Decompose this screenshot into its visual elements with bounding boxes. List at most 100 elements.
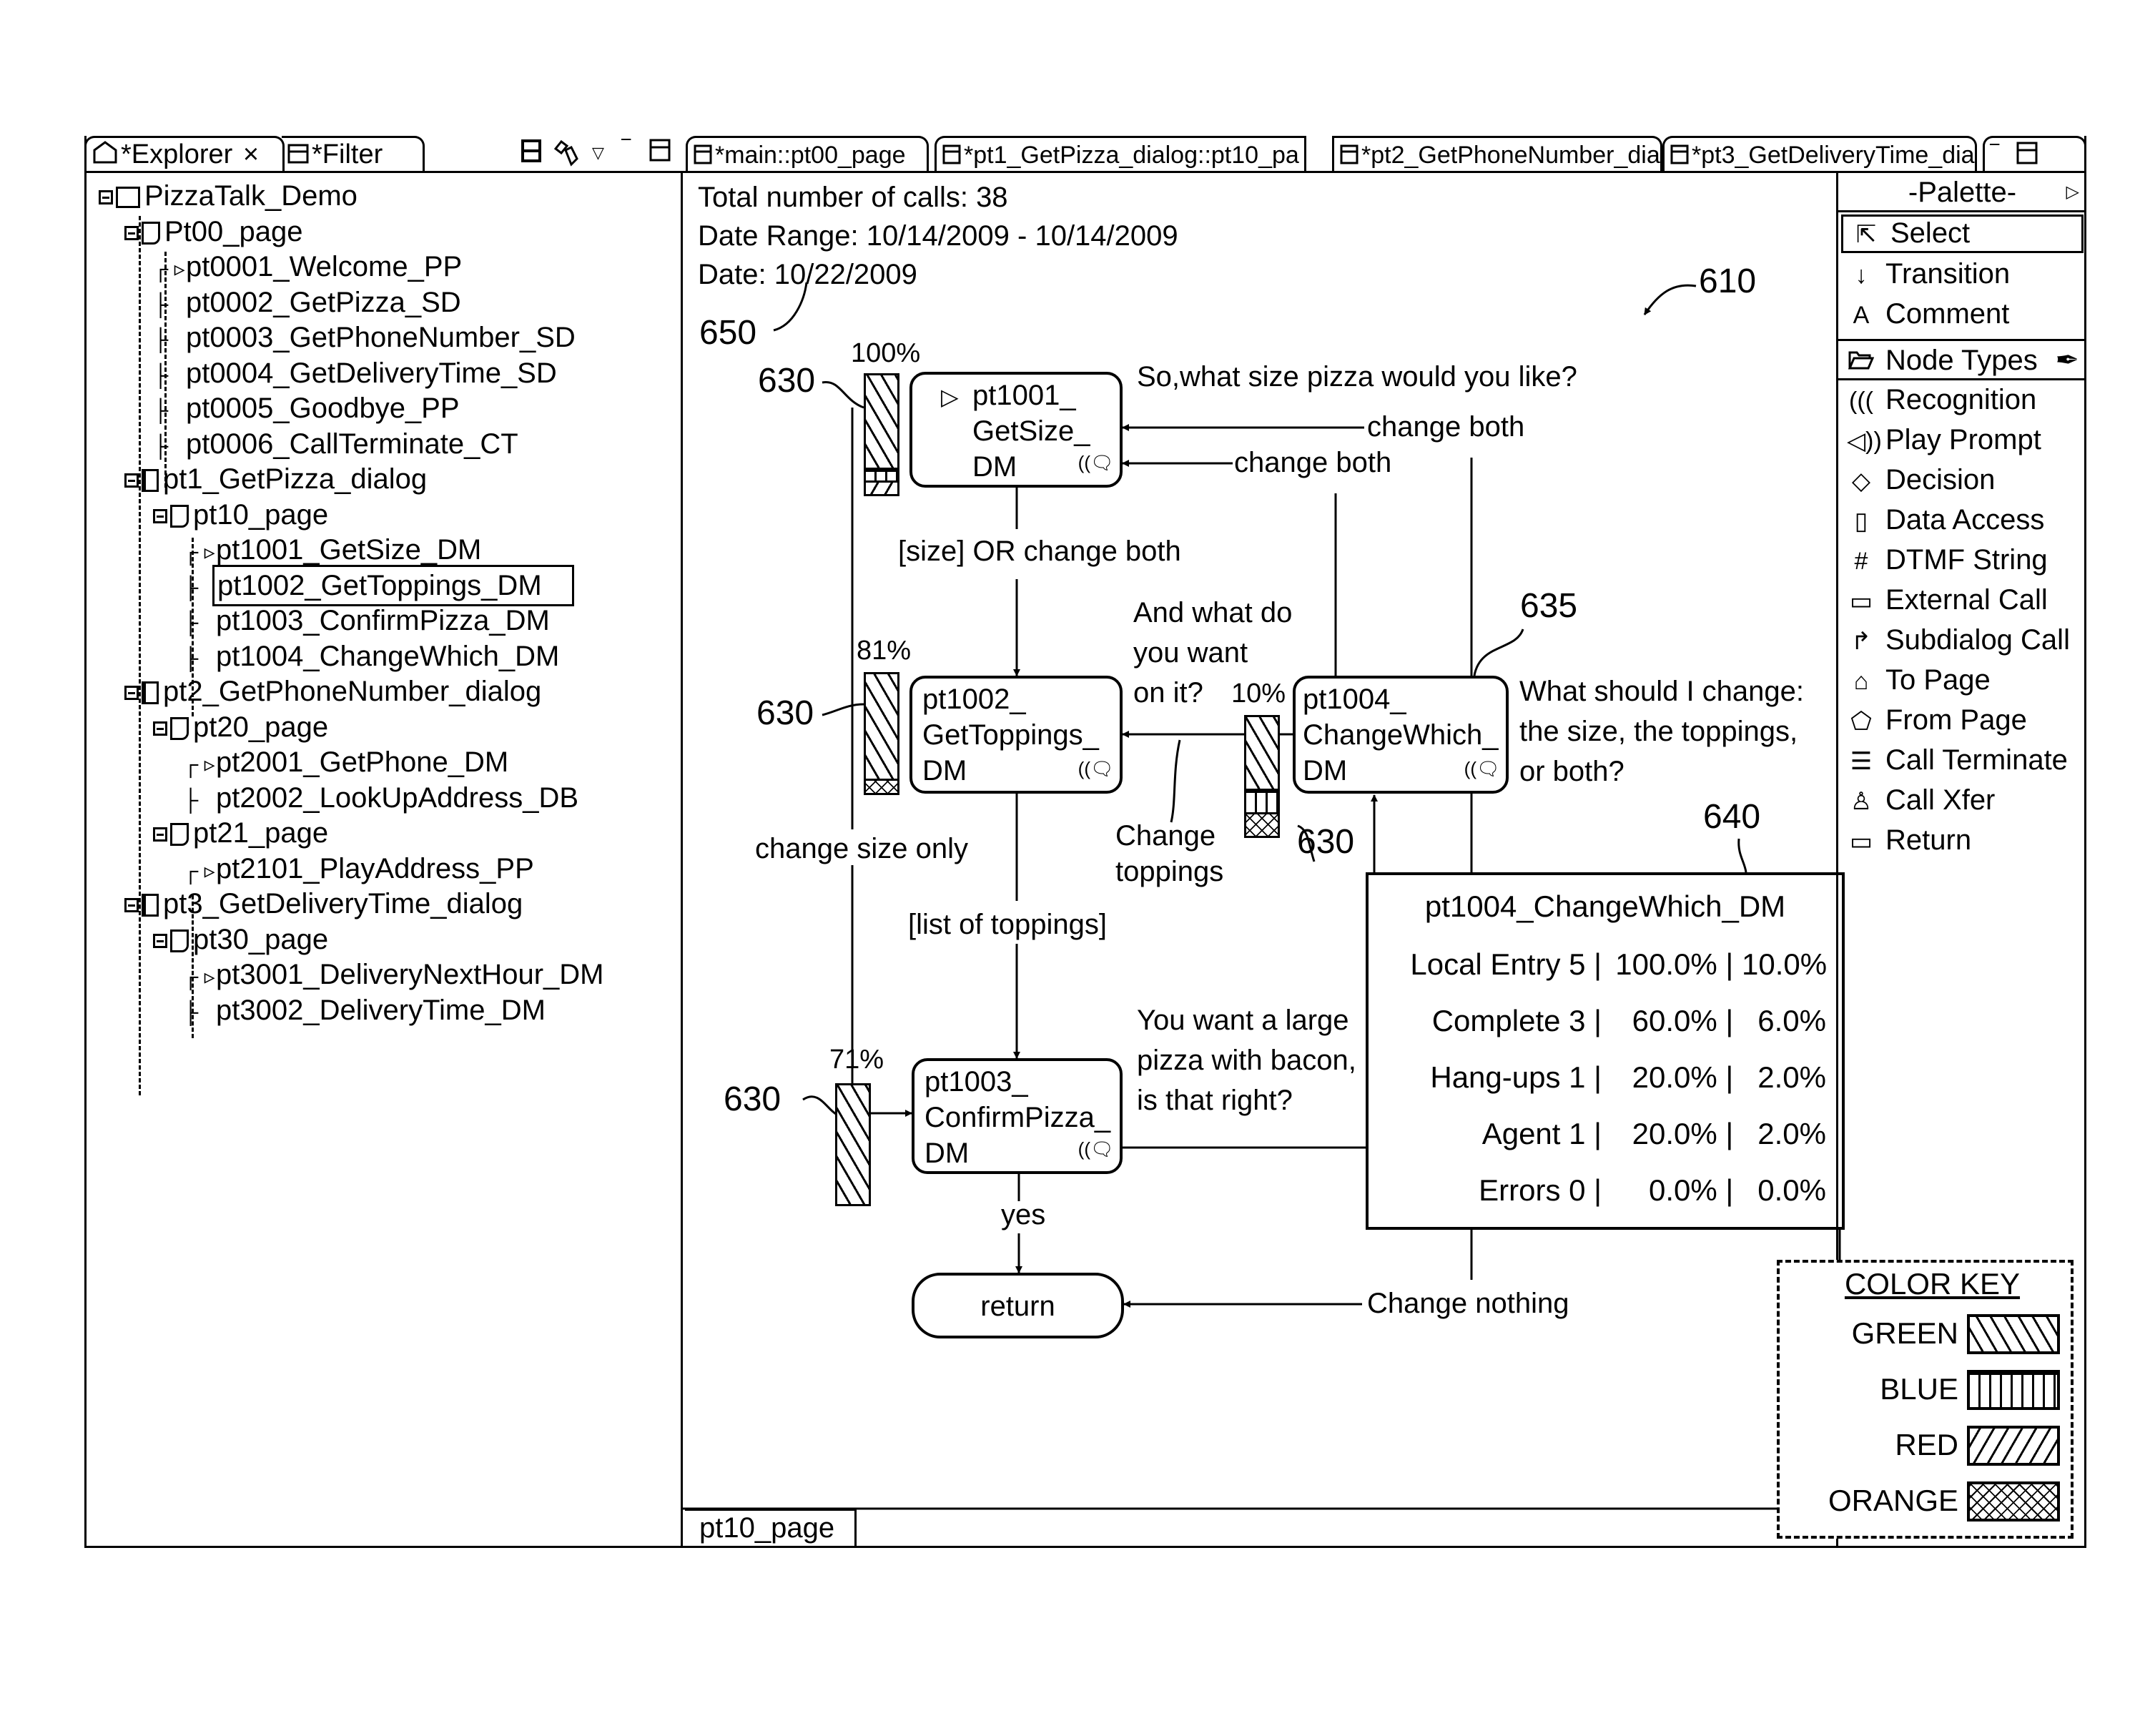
color-key-swatch-green: [1967, 1314, 2060, 1354]
outcome-bar-gettoppings[interactable]: [864, 672, 899, 795]
outcome-bar-getsize[interactable]: [864, 373, 899, 496]
palette-node-type-subdialog-call[interactable]: ↱ Subdialog Call: [1838, 621, 2086, 661]
stats-total-percent: 2.0%: [1757, 1060, 1826, 1094]
palette-node-type-label: Call Terminate: [1885, 744, 2068, 776]
stats-label: Local Entry 5: [1410, 947, 1586, 981]
prompt-getsize: So,what size pizza would you like?: [1137, 361, 1577, 393]
palette-node-type-label: To Page: [1885, 664, 1991, 696]
stats-node-percent: 100.0%: [1615, 947, 1717, 981]
separator: |: [1585, 1117, 1610, 1150]
color-key-title: COLOR KEY: [1844, 1267, 2021, 1301]
color-key-label: BLUE: [1880, 1372, 1958, 1406]
bar-percent-confirmpizza: 71%: [829, 1045, 884, 1075]
leader-610: [1643, 284, 1697, 315]
prompt-gettoppings-line: you want: [1133, 637, 1248, 669]
palette-tool-comment[interactable]: A Comment: [1838, 295, 2086, 335]
ref-630: 630: [756, 694, 814, 732]
outcome-bar-changewhich[interactable]: [1244, 715, 1280, 838]
node-gettoppings[interactable]: pt1002_ GetToppings_ DM ((🗨: [909, 676, 1123, 794]
stats-row: Local Entry 5 | 100.0% | 10.0%: [1410, 947, 1827, 982]
prompt-confirmpizza-line: You want a large: [1137, 1005, 1349, 1036]
color-key-label: RED: [1895, 1428, 1958, 1461]
page-tab-pt10[interactable]: pt10_page: [685, 1509, 857, 1546]
palette-node-type-return[interactable]: ▭ Return: [1838, 821, 2086, 861]
palette-section-label: Node Types: [1885, 345, 2038, 376]
palette-node-type-call-xfer[interactable]: ♙ Call Xfer: [1838, 781, 2086, 821]
separator: |: [1585, 1060, 1610, 1094]
bar-segment-green: [1246, 717, 1278, 789]
palette-tool-transition[interactable]: ↓ Transition: [1838, 255, 2086, 295]
bar-segment-green: [866, 375, 897, 468]
palette-tool-select[interactable]: ⇱ Select: [1841, 214, 2084, 253]
ref-610: 610: [1699, 262, 1757, 300]
recognition-icon: ((🗨: [1078, 1138, 1114, 1160]
bar-percent-gettoppings: 81%: [857, 636, 912, 666]
separator: |: [1585, 947, 1610, 981]
bar-segment-orange: [866, 779, 897, 793]
separator: |: [1717, 1004, 1742, 1037]
bar-percent-changewhich: 10%: [1231, 679, 1286, 709]
outcome-bar-confirmpizza[interactable]: [835, 1083, 871, 1206]
prompt-confirmpizza-line: pizza with bacon,: [1137, 1045, 1356, 1076]
palette-node-type-play-prompt[interactable]: ◁)) Play Prompt: [1838, 420, 2086, 460]
prompt-changewhich-line: the size, the toppings,: [1519, 716, 1798, 747]
stats-total-percent: 2.0%: [1757, 1117, 1826, 1150]
color-key-swatch-red: [1967, 1426, 2060, 1466]
return-icon: ▭: [1849, 828, 1873, 855]
stats-node-percent: 20.0%: [1632, 1060, 1717, 1094]
node-getsize[interactable]: ▷ pt1001_ GetSize_ DM ((🗨: [909, 372, 1123, 488]
stats-row: Agent 1 | 20.0% | 2.0%: [1482, 1116, 1826, 1152]
palette-node-type-recognition[interactable]: ((( Recognition: [1838, 380, 2086, 420]
palette-node-type-label: External Call: [1885, 584, 2048, 616]
bar-segment-green: [866, 674, 897, 779]
palette-node-type-label: Subdialog Call: [1885, 624, 2070, 656]
node-return[interactable]: return: [912, 1273, 1124, 1338]
dtmf-icon: #: [1854, 548, 1868, 575]
diamond-icon: ◇: [1851, 468, 1871, 495]
leader-640: [1737, 838, 1747, 873]
stats-node-percent: 60.0%: [1632, 1004, 1717, 1037]
palette-node-type-label: Recognition: [1885, 384, 2037, 415]
palette-header[interactable]: -Palette- ▷: [1838, 173, 2086, 212]
node-changewhich[interactable]: pt1004_ ChangeWhich_ DM ((🗨: [1293, 676, 1509, 794]
prompt-confirmpizza-line: is that right?: [1137, 1085, 1293, 1116]
recognition-icon: (((: [1849, 388, 1873, 415]
palette-title: -Palette-: [1908, 177, 2017, 208]
separator: |: [1717, 947, 1742, 981]
palette-section-node-types[interactable]: Node Types ✒: [1838, 339, 2086, 380]
transition-label: change both: [1367, 411, 1525, 443]
transition-label: change both: [1234, 447, 1392, 478]
palette-node-type-data-access[interactable]: ▯ Data Access: [1838, 500, 2086, 541]
ref-640: 640: [1703, 798, 1761, 836]
document-icon: ▭: [1849, 588, 1873, 615]
select-arrow-icon: ⇱: [1855, 221, 1877, 248]
node-title-line: ChangeWhich_: [1303, 719, 1499, 751]
node-confirmpizza[interactable]: pt1003_ ConfirmPizza_ DM ((🗨: [912, 1058, 1123, 1174]
palette-node-type-call-terminate[interactable]: ☰ Call Terminate: [1838, 741, 2086, 781]
palette-node-type-dtmf-string[interactable]: # DTMF String: [1838, 541, 2086, 581]
separator: |: [1717, 1060, 1742, 1094]
stats-total-percent: 6.0%: [1757, 1004, 1826, 1037]
pin-icon[interactable]: ✒: [2055, 341, 2079, 380]
ref-650: 650: [699, 314, 757, 352]
bar-percent-getsize: 100%: [851, 338, 921, 368]
palette-node-type-from-page[interactable]: ⬠ From Page: [1838, 701, 2086, 741]
node-statistics-panel: pt1004_ChangeWhich_DM Local Entry 5 | 10…: [1366, 872, 1845, 1230]
stats-label: Agent 1: [1481, 1117, 1586, 1150]
node-title-line: GetToppings_: [922, 719, 1099, 751]
transition-label: Change nothing: [1367, 1288, 1569, 1319]
node-title-line: pt1001_: [972, 380, 1076, 411]
node-title-line: GetSize_: [972, 415, 1090, 447]
palette-node-type-label: Decision: [1885, 464, 1996, 495]
palette-node-type-decision[interactable]: ◇ Decision: [1838, 460, 2086, 500]
palette-node-type-to-page[interactable]: ⌂ To Page: [1838, 661, 2086, 701]
palette-tool-label: Transition: [1885, 258, 2011, 290]
transition-label: Change: [1115, 820, 1216, 852]
palette-node-type-external-call[interactable]: ▭ External Call: [1838, 581, 2086, 621]
separator: |: [1717, 1117, 1742, 1150]
leader-630: [822, 380, 864, 409]
color-key-swatch-blue: [1967, 1370, 2060, 1410]
palette-expand-icon[interactable]: ▷: [2066, 173, 2079, 212]
recognition-icon: ((🗨: [1464, 758, 1500, 779]
stats-total-percent: 0.0%: [1757, 1173, 1826, 1207]
